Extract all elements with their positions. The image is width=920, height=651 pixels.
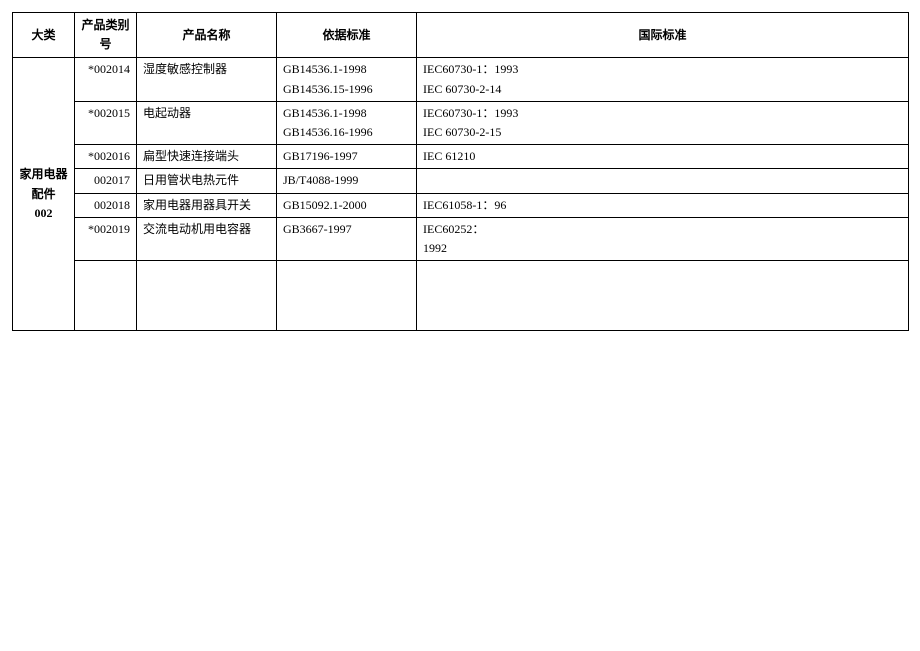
category-cell: 家用电器 配件 002 bbox=[13, 58, 75, 331]
table-row: 002017 日用管状电热元件 JB/T4088-1999 bbox=[13, 169, 909, 193]
cell-intl-standard bbox=[417, 169, 909, 193]
product-standards-table: 大类 产品类别号 产品名称 依据标准 国际标准 家用电器 配件 002 *002… bbox=[12, 12, 909, 331]
table-header-row: 大类 产品类别号 产品名称 依据标准 国际标准 bbox=[13, 13, 909, 58]
header-product-name: 产品名称 bbox=[137, 13, 277, 58]
cell-product-num: *002014 bbox=[75, 58, 137, 101]
cell-product-num: *002019 bbox=[75, 217, 137, 260]
cell-basis-standard: JB/T4088-1999 bbox=[277, 169, 417, 193]
header-basis-standard: 依据标准 bbox=[277, 13, 417, 58]
empty-cell bbox=[277, 261, 417, 331]
cell-product-num: *002016 bbox=[75, 145, 137, 169]
cell-product-name: 扁型快速连接端头 bbox=[137, 145, 277, 169]
cell-basis-standard: GB17196-1997 bbox=[277, 145, 417, 169]
cell-product-name: 交流电动机用电容器 bbox=[137, 217, 277, 260]
cell-product-num: 002017 bbox=[75, 169, 137, 193]
cell-intl-standard: IEC60252： 1992 bbox=[417, 217, 909, 260]
cell-product-num: 002018 bbox=[75, 193, 137, 217]
cell-product-num: *002015 bbox=[75, 101, 137, 144]
table-row: 002018 家用电器用器具开关 GB15092.1-2000 IEC61058… bbox=[13, 193, 909, 217]
cell-basis-standard: GB15092.1-2000 bbox=[277, 193, 417, 217]
cell-product-name: 家用电器用器具开关 bbox=[137, 193, 277, 217]
cell-intl-standard: IEC 61210 bbox=[417, 145, 909, 169]
header-product-num: 产品类别号 bbox=[75, 13, 137, 58]
cell-intl-standard: IEC60730-1：1993 IEC 60730-2-15 bbox=[417, 101, 909, 144]
cell-basis-standard: GB14536.1-1998 GB14536.15-1996 bbox=[277, 58, 417, 101]
empty-cell bbox=[137, 261, 277, 331]
header-intl-standard: 国际标准 bbox=[417, 13, 909, 58]
cell-product-name: 日用管状电热元件 bbox=[137, 169, 277, 193]
cell-intl-standard: IEC60730-1：1993 IEC 60730-2-14 bbox=[417, 58, 909, 101]
header-category: 大类 bbox=[13, 13, 75, 58]
cell-product-name: 电起动器 bbox=[137, 101, 277, 144]
empty-cell bbox=[417, 261, 909, 331]
table-row: *002015 电起动器 GB14536.1-1998 GB14536.16-1… bbox=[13, 101, 909, 144]
table-row-spacer bbox=[13, 261, 909, 331]
empty-cell bbox=[75, 261, 137, 331]
table-row: *002016 扁型快速连接端头 GB17196-1997 IEC 61210 bbox=[13, 145, 909, 169]
cell-product-name: 湿度敏感控制器 bbox=[137, 58, 277, 101]
cell-basis-standard: GB14536.1-1998 GB14536.16-1996 bbox=[277, 101, 417, 144]
cell-basis-standard: GB3667-1997 bbox=[277, 217, 417, 260]
table-row: *002019 交流电动机用电容器 GB3667-1997 IEC60252： … bbox=[13, 217, 909, 260]
cell-intl-standard: IEC61058-1：96 bbox=[417, 193, 909, 217]
table-row: 家用电器 配件 002 *002014 湿度敏感控制器 GB14536.1-19… bbox=[13, 58, 909, 101]
